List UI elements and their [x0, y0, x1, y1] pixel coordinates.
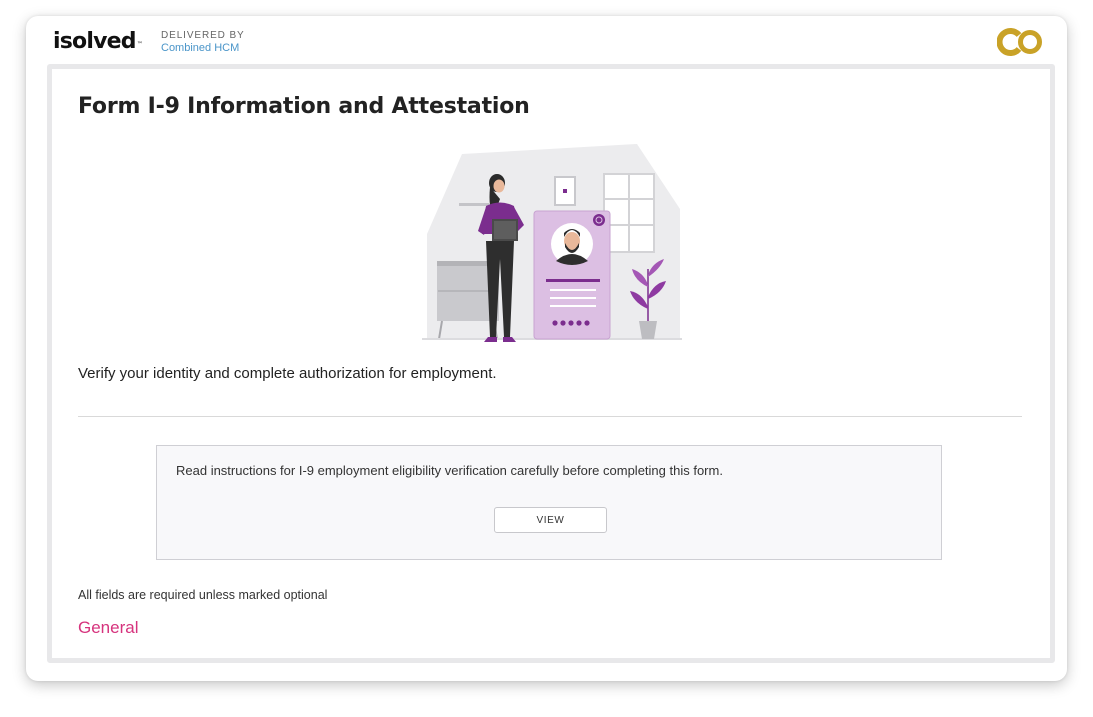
intro-text: Verify your identity and complete author…	[78, 365, 497, 382]
isolved-logo: isolved™	[53, 29, 143, 54]
form-panel: Form I-9 Information and Attestation Ver…	[47, 64, 1055, 663]
employee-id-card-illustration	[422, 144, 682, 342]
page-title: Form I-9 Information and Attestation	[78, 94, 530, 119]
section-heading-general: General	[78, 618, 139, 637]
co-logo-icon	[997, 28, 1042, 56]
required-fields-note: All fields are required unless marked op…	[78, 588, 328, 602]
delivered-by-label: DELIVERED BY	[161, 30, 245, 41]
view-instructions-button[interactable]: VIEW	[494, 507, 607, 533]
provider-name: Combined HCM	[161, 42, 240, 54]
instructions-box: Read instructions for I-9 employment eli…	[156, 445, 942, 560]
app-header: isolved™ DELIVERED BY Combined HCM	[26, 16, 1067, 64]
instructions-text: Read instructions for I-9 employment eli…	[176, 463, 723, 478]
section-divider	[78, 416, 1022, 417]
app-window: isolved™ DELIVERED BY Combined HCM Form …	[26, 16, 1067, 681]
delivered-by: DELIVERED BY Combined HCM	[161, 29, 245, 55]
